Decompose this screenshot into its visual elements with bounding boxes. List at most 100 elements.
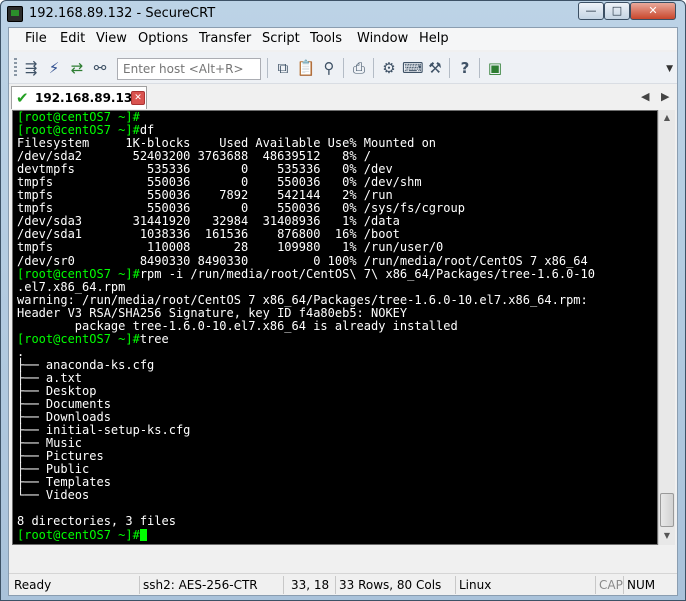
copy-icon[interactable]: ⧉ bbox=[273, 58, 293, 78]
securecrt-window: 192.168.89.132 - SecureCRT — □ ✕ File Ed… bbox=[0, 0, 686, 601]
command-output: ├── Downloads bbox=[17, 410, 111, 425]
paste-icon[interactable]: 📋 bbox=[296, 58, 316, 78]
command-output: tmpfs 550036 0 550036 0% /dev/shm bbox=[17, 175, 422, 190]
terminal-line: [root@centOS7 ~]# bbox=[17, 527, 595, 542]
keymap-icon[interactable]: ⌨ bbox=[402, 58, 424, 78]
help-icon[interactable]: ? bbox=[455, 58, 475, 78]
command-output: /dev/sr0 8490330 8490330 0 100% /run/med… bbox=[17, 253, 588, 268]
tab-scroll-right-icon[interactable]: ▶ bbox=[661, 90, 669, 103]
quick-connect-icon[interactable]: ⚡ bbox=[44, 58, 64, 78]
menu-script[interactable]: Script bbox=[262, 31, 300, 46]
reconnect-icon[interactable]: ⇄ bbox=[67, 58, 87, 78]
terminal-line: ├── a.txt bbox=[17, 370, 595, 385]
toolbar-separator bbox=[373, 58, 374, 78]
tab-strip: ✔ 192.168.89.132 ✕ ◀ ▶ bbox=[9, 85, 677, 109]
command-output: devtmpfs 535336 0 535336 0% /dev bbox=[17, 162, 393, 177]
terminal-line: ├── Pictures bbox=[17, 450, 595, 463]
terminal-line: ├── initial-setup-ks.cfg bbox=[17, 424, 595, 437]
status-num-lock: NUM bbox=[623, 576, 659, 594]
connect-icon[interactable]: ⇶ bbox=[21, 58, 41, 78]
command-output: Header V3 RSA/SHA256 Signature, key ID f… bbox=[17, 305, 408, 320]
tab-close-icon[interactable]: ✕ bbox=[131, 91, 145, 105]
command-output: . bbox=[17, 344, 25, 359]
status-cipher: ssh2: AES-256-CTR bbox=[139, 576, 283, 594]
command-output: tmpfs 550036 0 550036 0% /sys/fs/cgroup bbox=[17, 201, 465, 216]
client-area: File Edit View Options Transfer Script T… bbox=[8, 27, 678, 596]
status-terminal-size: 33 Rows, 80 Cols bbox=[335, 576, 455, 594]
menu-help[interactable]: Help bbox=[419, 31, 449, 46]
shell-command: rpm -i /run/media/root/CentOS\ 7\ x86_64… bbox=[139, 266, 595, 281]
shell-command: tree bbox=[139, 331, 169, 346]
status-emulation: Linux bbox=[455, 576, 595, 594]
command-output: 8 directories, 3 files bbox=[17, 514, 176, 529]
shell-command: df bbox=[139, 123, 155, 138]
toolbar-overflow-icon[interactable]: ▼ bbox=[666, 64, 673, 74]
status-bar: Ready ssh2: AES-256-CTR 33, 18 33 Rows, … bbox=[9, 573, 677, 595]
terminal-line: ├── anaconda-ks.cfg bbox=[17, 357, 595, 372]
command-output: ├── Documents bbox=[17, 397, 111, 412]
shell-prompt: [root@centOS7 ~]# bbox=[17, 266, 140, 281]
toolbar-separator bbox=[267, 58, 268, 78]
terminal-cursor bbox=[139, 528, 147, 541]
session-tab[interactable]: ✔ 192.168.89.132 ✕ bbox=[11, 86, 147, 109]
terminal-screen[interactable]: [root@centOS7 ~]# [root@centOS7 ~]#df File… bbox=[12, 110, 658, 545]
command-output: tmpfs 550036 7892 542144 2% /run bbox=[17, 188, 393, 203]
terminal-scrollbar[interactable]: ▲ ▼ bbox=[658, 110, 675, 545]
securecrt-app-icon bbox=[7, 6, 23, 22]
menu-options[interactable]: Options bbox=[138, 31, 188, 46]
command-output: warning: /run/media/root/CentOS 7 x86_64… bbox=[17, 292, 588, 307]
command-output: /dev/sda2 52403200 3763688 48639512 8% / bbox=[17, 149, 372, 164]
status-cursor-position: 33, 18 bbox=[283, 576, 335, 594]
status-state: Ready bbox=[14, 578, 52, 592]
command-output: tmpfs 110008 28 109980 1% /run/user/0 bbox=[17, 240, 444, 255]
close-button[interactable]: ✕ bbox=[630, 2, 676, 20]
terminal-output: [root@centOS7 ~]# [root@centOS7 ~]#df File… bbox=[17, 111, 595, 542]
menu-view[interactable]: View bbox=[96, 31, 127, 46]
terminal-line: ├── Templates bbox=[17, 476, 595, 489]
title-bar[interactable]: 192.168.89.132 - SecureCRT — □ ✕ bbox=[1, 1, 685, 27]
menu-tools[interactable]: Tools bbox=[310, 31, 342, 46]
command-output: ├── a.txt bbox=[17, 370, 83, 385]
menu-transfer[interactable]: Transfer bbox=[199, 31, 251, 46]
print-icon[interactable]: ⎙ bbox=[349, 58, 369, 78]
command-output: ├── anaconda-ks.cfg bbox=[17, 357, 155, 372]
command-output: Filesystem 1K-blocks Used Available Use%… bbox=[17, 136, 437, 151]
shell-prompt: [root@centOS7 ~]# bbox=[17, 331, 140, 346]
command-output: └── Videos bbox=[17, 488, 90, 503]
host-input[interactable] bbox=[117, 58, 261, 80]
menu-window[interactable]: Window bbox=[357, 31, 408, 46]
terminal-line: └── Videos bbox=[17, 489, 595, 502]
toolbar-grip[interactable] bbox=[14, 58, 17, 78]
toolbar-separator bbox=[343, 58, 344, 78]
command-output: /dev/sda1 1038336 161536 876800 16% /boo… bbox=[17, 227, 400, 242]
status-caps-lock: CAP bbox=[595, 576, 623, 594]
session-manager-icon[interactable]: ▣ bbox=[485, 58, 505, 78]
window-title: 192.168.89.132 - SecureCRT bbox=[29, 6, 216, 21]
minimize-button[interactable]: — bbox=[578, 2, 604, 20]
tab-scroll-left-icon[interactable]: ◀ bbox=[641, 90, 649, 103]
command-output: /dev/sda3 31441920 32984 31408936 1% /da… bbox=[17, 214, 400, 229]
sftp-icon[interactable]: ⚒ bbox=[425, 58, 445, 78]
command-output: .el7.x86_64.rpm bbox=[17, 279, 126, 294]
menu-bar: File Edit View Options Transfer Script T… bbox=[9, 28, 677, 50]
shell-prompt: [root@centOS7 ~]# bbox=[17, 527, 140, 542]
disconnect-icon[interactable]: ⚯ bbox=[90, 58, 110, 78]
scroll-down-icon[interactable]: ▼ bbox=[659, 528, 675, 544]
terminal-line: [root@centOS7 ~]#tree bbox=[17, 331, 595, 346]
menu-file[interactable]: File bbox=[25, 31, 47, 46]
command-output: ├── Desktop bbox=[17, 383, 97, 398]
session-tab-label: 192.168.89.132 bbox=[35, 91, 141, 105]
maximize-button[interactable]: □ bbox=[604, 2, 630, 20]
toolbar-separator bbox=[449, 58, 450, 78]
toolbar: ⇶ ⚡ ⇄ ⚯ ⧉ 📋 ⚲ ⎙ ⚙ ⌨ ⚒ ? ▣ ▼ bbox=[9, 52, 677, 84]
scrollbar-thumb[interactable] bbox=[660, 493, 674, 527]
menu-edit[interactable]: Edit bbox=[60, 31, 85, 46]
scroll-up-icon[interactable]: ▲ bbox=[659, 110, 675, 126]
connected-check-icon: ✔ bbox=[16, 89, 29, 107]
find-icon[interactable]: ⚲ bbox=[319, 58, 339, 78]
shell-prompt: [root@centOS7 ~]# bbox=[17, 110, 140, 124]
command-output: package tree-1.6.0-10.el7.x86_64 is alre… bbox=[17, 318, 458, 333]
settings-icon[interactable]: ⚙ bbox=[379, 58, 399, 78]
shell-prompt: [root@centOS7 ~]# bbox=[17, 123, 140, 138]
toolbar-separator bbox=[479, 58, 480, 78]
